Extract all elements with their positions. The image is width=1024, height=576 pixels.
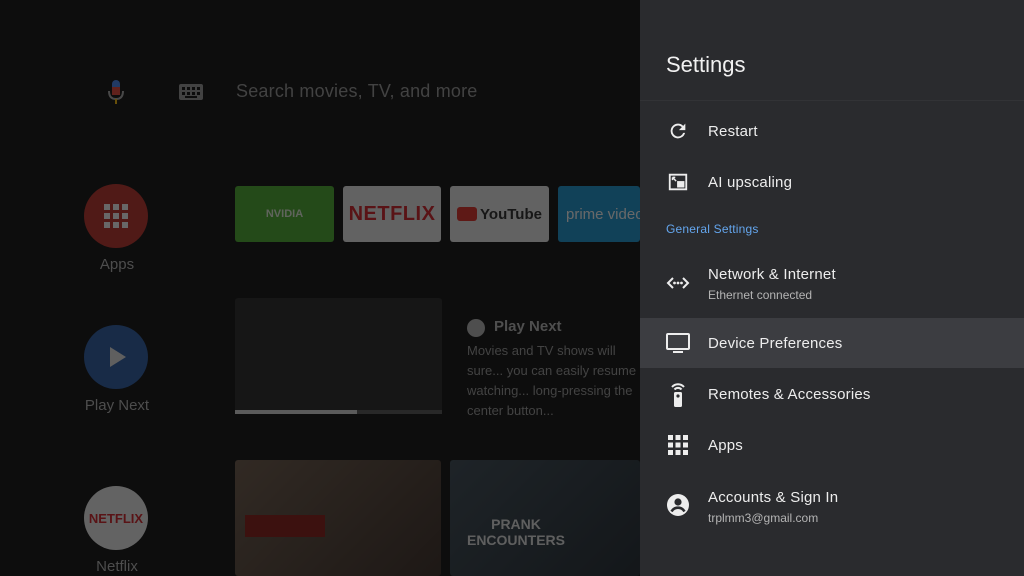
- tile-label: NVIDIA: [265, 208, 304, 220]
- settings-item-account-email: trplmm3@gmail.com: [708, 511, 819, 525]
- tile-nvidia[interactable]: NVIDIA: [235, 186, 334, 242]
- settings-item-accounts[interactable]: Accounts & Sign In trplmm3@gmail.com: [640, 475, 1024, 537]
- settings-item-ai-upscaling[interactable]: AI upscaling: [640, 157, 1024, 207]
- play-next-card[interactable]: [235, 298, 442, 414]
- side-app-label: Netflix: [96, 558, 138, 575]
- tile-label: NETFLIX: [348, 202, 436, 225]
- settings-item-device-preferences[interactable]: Device Preferences: [640, 318, 1024, 368]
- picture-in-picture-icon: [666, 170, 690, 194]
- progress-bar: [235, 410, 442, 414]
- settings-item-text: Network & Internet Ethernet connected: [708, 266, 836, 302]
- play-next-title: Play Next: [494, 318, 562, 335]
- settings-item-label: Device Preferences: [708, 334, 843, 352]
- settings-item-label: AI upscaling: [708, 173, 793, 191]
- settings-item-remotes[interactable]: Remotes & Accessories: [640, 369, 1024, 419]
- tile-prime-video[interactable]: prime video: [558, 186, 640, 242]
- play-icon: [84, 325, 148, 389]
- tile-youtube[interactable]: YouTube: [450, 186, 549, 242]
- play-next-icon: [467, 319, 485, 337]
- side-app-label: Apps: [99, 256, 135, 273]
- settings-item-apps[interactable]: Apps: [640, 420, 1024, 470]
- settings-item-restart[interactable]: Restart: [640, 106, 1024, 156]
- thumbnail-title: PRANK ENCOUNTERS: [466, 516, 565, 548]
- side-app-apps[interactable]: Apps: [84, 184, 150, 273]
- microphone-icon[interactable]: [104, 78, 128, 106]
- keyboard-icon[interactable]: [178, 82, 204, 102]
- settings-item-label: Accounts & Sign In: [708, 489, 839, 506]
- progress-fill: [235, 410, 358, 414]
- settings-item-label: Restart: [708, 122, 758, 140]
- settings-item-label: Network & Internet: [708, 266, 836, 283]
- settings-item-text: Restart: [708, 123, 758, 140]
- divider: [640, 100, 1024, 101]
- side-app-netflix[interactable]: NETFLIX Netflix: [84, 486, 150, 575]
- netflix-logo-icon: NETFLIX: [84, 486, 148, 550]
- tile-netflix[interactable]: NETFLIX: [343, 186, 441, 242]
- settings-panel: Settings Restart AI upscaling General Se…: [640, 0, 1024, 576]
- settings-item-text: AI upscaling: [708, 174, 792, 191]
- settings-item-text: Accounts & Sign In trplmm3@gmail.com: [708, 489, 838, 525]
- thumbnail-title-art: [245, 515, 325, 537]
- settings-title: Settings: [666, 52, 746, 77]
- settings-item-label: Remotes & Accessories: [708, 385, 871, 403]
- tile-label: prime video: [566, 205, 640, 223]
- thumbnail-show[interactable]: [235, 460, 441, 576]
- side-app-play-next[interactable]: Play Next: [84, 325, 150, 414]
- account-icon: [666, 493, 690, 517]
- settings-item-status: Ethernet connected: [708, 288, 813, 302]
- settings-item-text: Device Preferences: [708, 335, 843, 352]
- network-icon: [666, 271, 690, 295]
- play-next-description: Movies and TV shows will sure... you can…: [467, 343, 637, 418]
- settings-item-text: Apps: [708, 437, 743, 454]
- remote-icon: [666, 380, 690, 408]
- tile-label: YouTube: [480, 205, 542, 223]
- youtube-play-icon: [457, 207, 478, 221]
- side-app-label: Play Next: [84, 397, 150, 414]
- apps-grid-icon: [84, 184, 148, 248]
- apps-grid-icon: [666, 433, 690, 457]
- settings-item-network[interactable]: Network & Internet Ethernet connected: [640, 252, 1024, 314]
- settings-item-label: Apps: [708, 436, 743, 454]
- section-header-general-settings: General Settings: [666, 222, 759, 236]
- search-input[interactable]: Search movies, TV, and more: [236, 81, 478, 102]
- restart-icon: [666, 119, 690, 143]
- tv-icon: [666, 331, 690, 355]
- settings-item-text: Remotes & Accessories: [708, 386, 871, 403]
- svg-text:NETFLIX: NETFLIX: [89, 511, 143, 526]
- thumbnail-prank-encounters[interactable]: PRANK ENCOUNTERS: [450, 460, 640, 576]
